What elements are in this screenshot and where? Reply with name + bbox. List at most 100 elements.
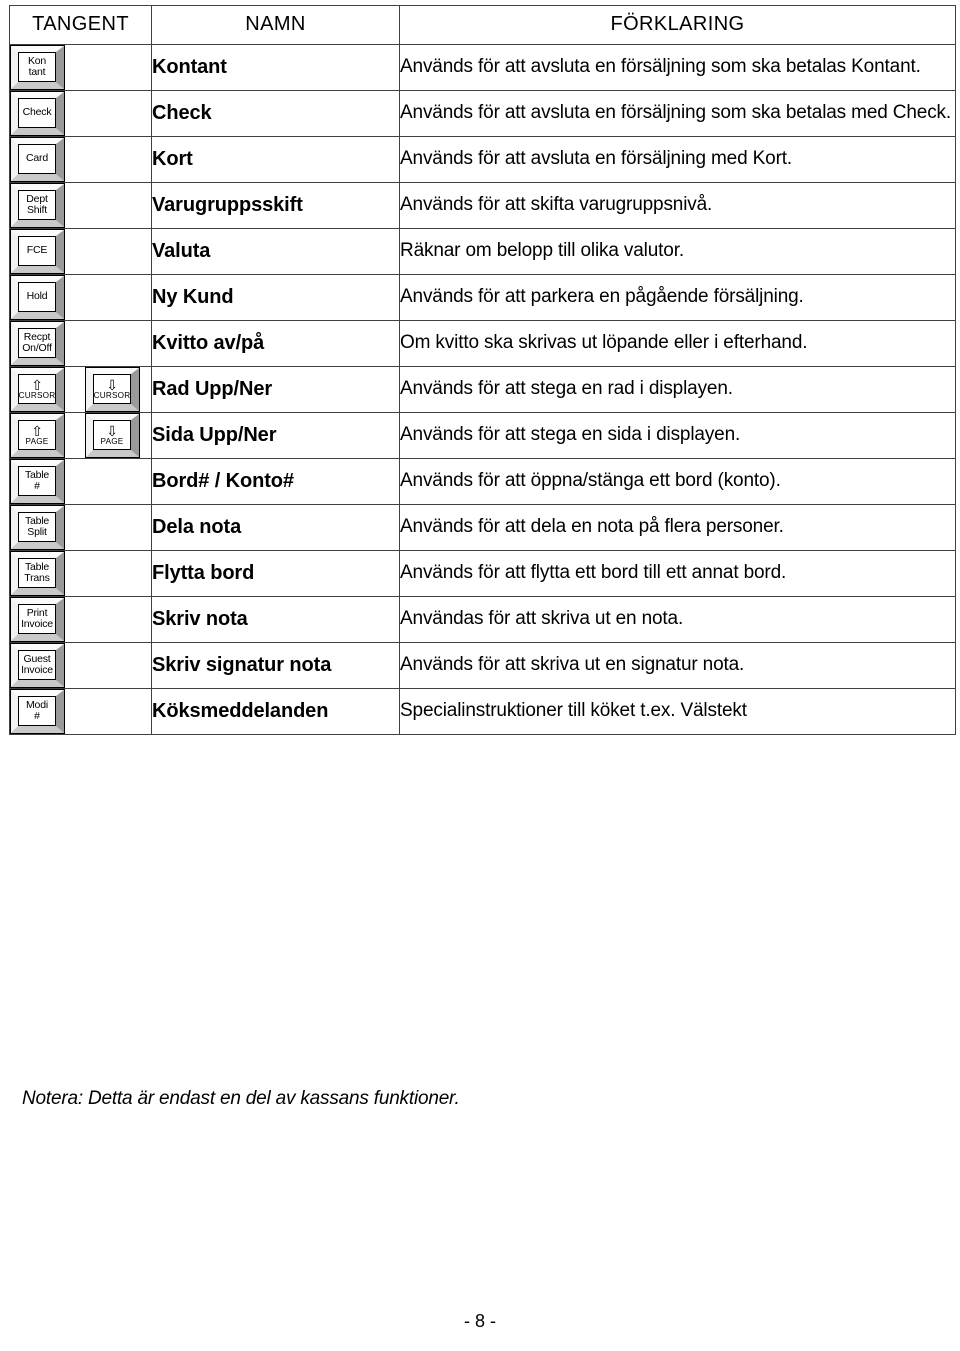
table-row: Table # Bord# / Konto# Används för att öppn… <box>9 458 956 505</box>
function-name-cell: Flytta bord <box>151 550 400 597</box>
description-cell: Används för att parkera en pågående förs… <box>399 274 956 321</box>
table-row: ⇧ PAGE ⇩ PAGE Sida Upp/Ner Används för att st… <box>9 412 956 459</box>
keycap-label-line: Hold <box>26 290 48 303</box>
table-row: Recpt On/Off Kvitto av/på Om kvitto ska skr… <box>9 320 956 367</box>
keycap-group: Table Trans <box>10 551 151 596</box>
table-row: Card Kort Används för att avsluta en försä… <box>9 136 956 183</box>
key-cell: Check <box>9 90 152 137</box>
page-number: - 8 - <box>463 1311 496 1331</box>
table-row: FCE Valuta Räknar om belopp till olika val… <box>9 228 956 275</box>
keycap-label-line: PAGE <box>25 436 49 446</box>
keycap-icon: Recpt On/Off <box>10 321 65 366</box>
keycap-label-line: Trans <box>24 572 50 584</box>
keycap-group: Check <box>10 91 151 136</box>
keycap-label: Guest Invoice <box>18 650 56 680</box>
keycap-label: Recpt On/Off <box>18 328 56 358</box>
keycap-label: Table Trans <box>18 558 56 588</box>
key-cell: Modi # <box>9 688 152 735</box>
keycap-label-line: Invoice <box>21 664 53 676</box>
description-cell: Användas för att skriva ut en nota. <box>399 596 956 643</box>
arrow-up-icon: ⇧ <box>31 376 43 393</box>
keycap-label-line: Shift <box>26 204 47 216</box>
keycap-label: Kon tant <box>18 52 56 82</box>
keycap-label: ⇧ CURSOR <box>18 374 56 404</box>
description-cell: Används för att stega en rad i displayen… <box>399 366 956 413</box>
function-name-cell: Dela nota <box>151 504 400 551</box>
table-row: Check Check Används för att avsluta en för… <box>9 90 956 137</box>
function-name-cell: Köksmeddelanden <box>151 688 400 735</box>
keycap-label-line: CURSOR <box>18 390 56 400</box>
arrow-down-icon: ⇩ <box>106 422 118 439</box>
keycap-icon: Table # <box>10 459 65 504</box>
description-cell: Om kvitto ska skrivas ut löpande eller i… <box>399 320 956 367</box>
description-cell: Används för att flytta ett bord till ett… <box>399 550 956 597</box>
keycap-group: Recpt On/Off <box>10 321 151 366</box>
table-row: ⇧ CURSOR ⇩ CURSOR Rad Upp/Ner Används för att… <box>9 366 956 413</box>
keycap-label: Modi # <box>18 696 56 726</box>
keycap-group: FCE <box>10 229 151 274</box>
keycap-group: ⇧ PAGE ⇩ PAGE <box>10 413 151 458</box>
keycap-icon: FCE <box>10 229 65 274</box>
keycap-icon: ⇩ PAGE <box>85 413 140 458</box>
function-name-cell: Bord# / Konto# <box>151 458 400 505</box>
keycap-label-line: Invoice <box>21 618 53 630</box>
table-row: Table Trans Flytta bord Används för att fly… <box>9 550 956 597</box>
keycap-label: Card <box>18 144 56 174</box>
function-name-cell: Kvitto av/på <box>151 320 400 367</box>
description-cell: Används för att skriva ut en signatur no… <box>399 642 956 689</box>
keycap-group: Table # <box>10 459 151 504</box>
keycap-label-line: Split <box>27 526 47 538</box>
description-cell: Används för att avsluta en försäljning m… <box>399 136 956 183</box>
keycap-group: Table Split <box>10 505 151 550</box>
keycap-group: Print Invoice <box>10 597 151 642</box>
key-reference-table: TANGENT NAMN FÖRKLARING Kon tant Kontant An… <box>9 5 956 735</box>
keycap-icon: ⇧ CURSOR <box>10 367 65 412</box>
keycap-icon: Check <box>10 91 65 136</box>
keycap-icon: Card <box>10 137 65 182</box>
key-cell: Dept Shift <box>9 182 152 229</box>
keycap-label: FCE <box>18 236 56 266</box>
table-row: Kon tant Kontant Används för att avsluta en… <box>9 44 956 91</box>
table-row: Guest Invoice Skriv signatur nota Används f… <box>9 642 956 689</box>
document-page: TANGENT NAMN FÖRKLARING Kon tant Kontant An… <box>0 0 960 1351</box>
description-cell: Används för att öppna/stänga ett bord (k… <box>399 458 956 505</box>
table-row: Modi # Köksmeddelanden Specialinstruktioner… <box>9 688 956 735</box>
description-cell: Används för att avsluta en försäljning s… <box>399 90 956 137</box>
description-cell: Används för att dela en nota på flera pe… <box>399 504 956 551</box>
table-body: Kon tant Kontant Används för att avsluta en… <box>9 44 956 735</box>
keycap-label-line: # <box>34 710 40 722</box>
description-cell: Specialinstruktioner till köket t.ex. Vä… <box>399 688 956 735</box>
keycap-label: Hold <box>18 282 56 312</box>
keycap-icon: ⇩ CURSOR <box>85 367 140 412</box>
keycap-group: Card <box>10 137 151 182</box>
column-header-name: NAMN <box>151 5 400 45</box>
table-row: Print Invoice Skriv nota Användas för att s… <box>9 596 956 643</box>
keycap-group: ⇧ CURSOR ⇩ CURSOR <box>10 367 151 412</box>
function-name-cell: Varugruppsskift <box>151 182 400 229</box>
arrow-up-icon: ⇧ <box>31 422 43 439</box>
footer-note: Notera: Detta är endast en del av kassan… <box>22 1088 460 1109</box>
arrow-down-icon: ⇩ <box>106 376 118 393</box>
key-cell: Card <box>9 136 152 183</box>
key-cell: ⇧ CURSOR ⇩ CURSOR <box>9 366 152 413</box>
function-name-cell: Kort <box>151 136 400 183</box>
function-name-cell: Check <box>151 90 400 137</box>
description-cell: Räknar om belopp till olika valutor. <box>399 228 956 275</box>
keycap-group: Dept Shift <box>10 183 151 228</box>
keycap-label: ⇧ PAGE <box>18 420 56 450</box>
keycap-label-line: On/Off <box>22 342 52 354</box>
description-cell: Används för att stega en sida i displaye… <box>399 412 956 459</box>
key-cell: Kon tant <box>9 44 152 91</box>
keycap-icon: Dept Shift <box>10 183 65 228</box>
table-row: Dept Shift Varugruppsskift Används för att … <box>9 182 956 229</box>
table-row: Table Split Dela nota Används för att dela … <box>9 504 956 551</box>
description-cell: Används för att avsluta en försäljning s… <box>399 44 956 91</box>
keycap-label-line: tant <box>28 66 46 78</box>
description-cell: Används för att skifta varugruppsnivå. <box>399 182 956 229</box>
keycap-group: Guest Invoice <box>10 643 151 688</box>
function-name-cell: Kontant <box>151 44 400 91</box>
keycap-icon: Modi # <box>10 689 65 734</box>
keycap-label-line: FCE <box>26 244 48 257</box>
table-header-row: TANGENT NAMN FÖRKLARING <box>9 5 956 45</box>
function-name-cell: Skriv signatur nota <box>151 642 400 689</box>
